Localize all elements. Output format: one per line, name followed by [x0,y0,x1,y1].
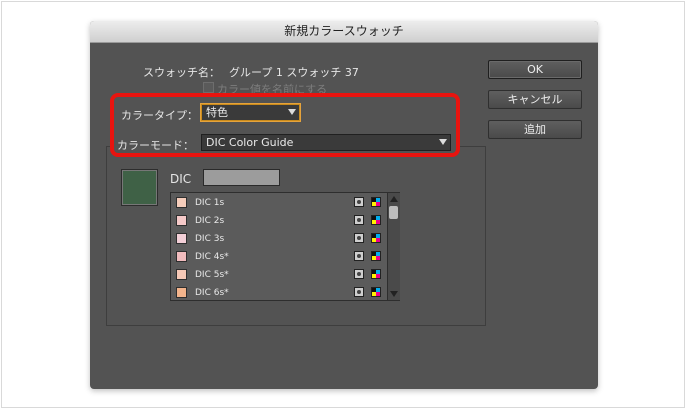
color-mode-label: カラーモード： [117,139,194,152]
cancel-button[interactable]: キャンセル [488,90,582,109]
color-type-label: カラータイプ： [121,109,198,122]
name-by-value-checkbox[interactable] [203,82,214,93]
color-chip [176,251,187,262]
list-item[interactable]: DIC 4s* [171,248,388,266]
new-color-swatch-dialog: 新規カラースウォッチ スウォッチ名： グループ 1 スウォッチ 37 カラー値を… [90,21,598,389]
color-chip [176,287,187,298]
list-item[interactable]: DIC 2s [171,212,388,230]
color-chip [176,215,187,226]
swatch-list-item-name: DIC 4s* [195,252,229,262]
cmyk-mode-icon [371,251,381,261]
color-chip [176,233,187,244]
swatch-list-item-name: DIC 6s* [195,288,229,298]
color-type-dropdown[interactable]: 特色 [201,104,300,121]
spot-color-icon [354,251,364,261]
spot-color-icon [354,197,364,207]
swatch-list-item-name: DIC 5s* [195,270,229,280]
list-item[interactable]: DIC 6s* [171,284,388,302]
ok-button[interactable]: OK [488,60,582,79]
spot-color-icon [354,287,364,297]
swatch-name-label: スウォッチ名： [143,66,220,79]
spot-color-icon [354,215,364,225]
swatch-name-value[interactable]: グループ 1 スウォッチ 37 [229,64,359,80]
list-scrollbar[interactable] [387,193,400,300]
cmyk-mode-icon [371,197,381,207]
list-item[interactable]: DIC 1s [171,194,388,212]
scroll-thumb[interactable] [389,206,398,219]
dic-search-input[interactable] [203,169,280,186]
swatch-list-item-name: DIC 2s [195,216,225,226]
spot-color-icon [354,233,364,243]
color-mode-dropdown[interactable]: DIC Color Guide [201,134,451,151]
color-type-value: 特色 [206,106,228,119]
list-item[interactable]: DIC 5s* [171,266,388,284]
add-button[interactable]: 追加 [488,120,582,139]
color-preview-swatch [121,169,158,206]
list-item[interactable]: DIC 3s [171,230,388,248]
scroll-down-arrow-icon[interactable] [390,291,398,297]
chevron-down-icon [439,139,447,145]
dialog-title: 新規カラースウォッチ [90,21,598,43]
cmyk-mode-icon [371,215,381,225]
scroll-up-arrow-icon[interactable] [390,196,398,202]
color-mode-value: DIC Color Guide [206,136,294,149]
chevron-down-icon [288,109,296,115]
swatch-list[interactable]: DIC 1s DIC 2s DIC 3s DIC 4s* DIC 5s* DIC… [170,192,400,301]
swatch-list-item-name: DIC 3s [195,234,225,244]
swatch-list-item-name: DIC 1s [195,198,225,208]
cmyk-mode-icon [371,269,381,279]
cmyk-mode-icon [371,233,381,243]
cmyk-mode-icon [371,287,381,297]
color-chip [176,269,187,280]
dic-label: DIC [170,172,192,186]
spot-color-icon [354,269,364,279]
color-chip [176,197,187,208]
